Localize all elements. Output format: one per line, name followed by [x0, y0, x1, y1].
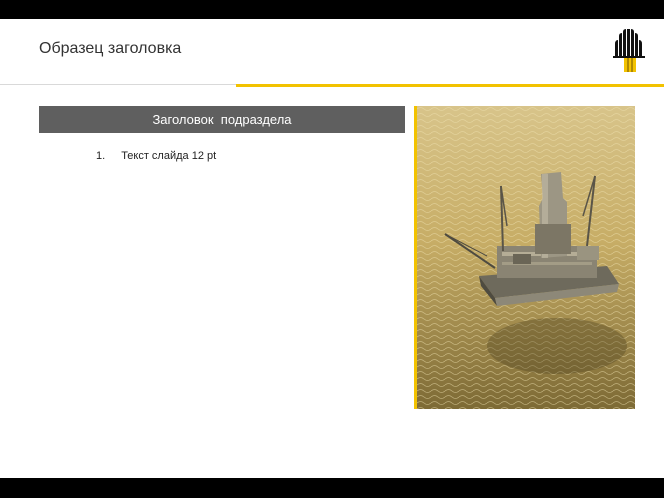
slide-title: Образец заголовка [39, 40, 182, 57]
top-bar [0, 0, 664, 19]
header-accent-line [236, 84, 664, 87]
company-logo-icon [611, 28, 647, 74]
list-item-number: 1. [96, 150, 106, 162]
bottom-bar [0, 478, 664, 498]
offshore-platform-photo [414, 106, 635, 409]
list-item: 1. Текст слайда 12 pt [96, 150, 216, 162]
subsection-header: Заголовок подраздела [39, 106, 405, 133]
list-item-text: Текст слайда 12 pt [121, 150, 217, 162]
